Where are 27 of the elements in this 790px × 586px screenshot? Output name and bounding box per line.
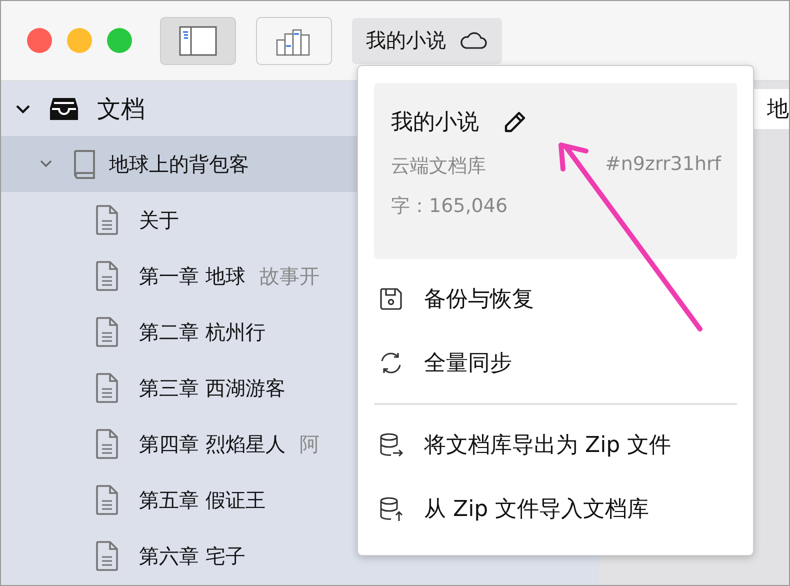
document-icon: [95, 373, 119, 403]
chart-button[interactable]: [256, 16, 332, 64]
database-export-icon: [378, 432, 404, 458]
sidebar-toggle-button[interactable]: [160, 16, 236, 64]
library-type: 云端文档库: [391, 154, 486, 179]
library-name: 我的小说: [391, 109, 479, 137]
close-button[interactable]: [27, 28, 52, 53]
menu-item[interactable]: 全量同步: [374, 331, 737, 395]
tray-icon: [49, 96, 79, 122]
sidebar-icon: [179, 26, 217, 56]
menu-item[interactable]: 将文档库导出为 Zip 文件: [374, 413, 737, 477]
document-title: 地: [767, 96, 789, 124]
word-count: 字：165,046: [391, 194, 508, 219]
document-icon: [95, 261, 119, 291]
document-icon: [95, 485, 119, 515]
cloud-icon: [458, 30, 488, 50]
document-icon: [95, 541, 119, 571]
save-icon: [378, 286, 404, 312]
document-icon: [95, 429, 119, 459]
pencil-icon[interactable]: [503, 110, 527, 134]
library-button[interactable]: 我的小说: [352, 18, 502, 64]
book-icon: [71, 149, 97, 179]
document-icon: [95, 205, 119, 235]
library-id: #n9zrr31hrf: [604, 153, 721, 177]
document-icon: [95, 317, 119, 347]
menu-item[interactable]: 备份与恢复: [374, 267, 737, 331]
database-import-icon: [378, 496, 404, 522]
